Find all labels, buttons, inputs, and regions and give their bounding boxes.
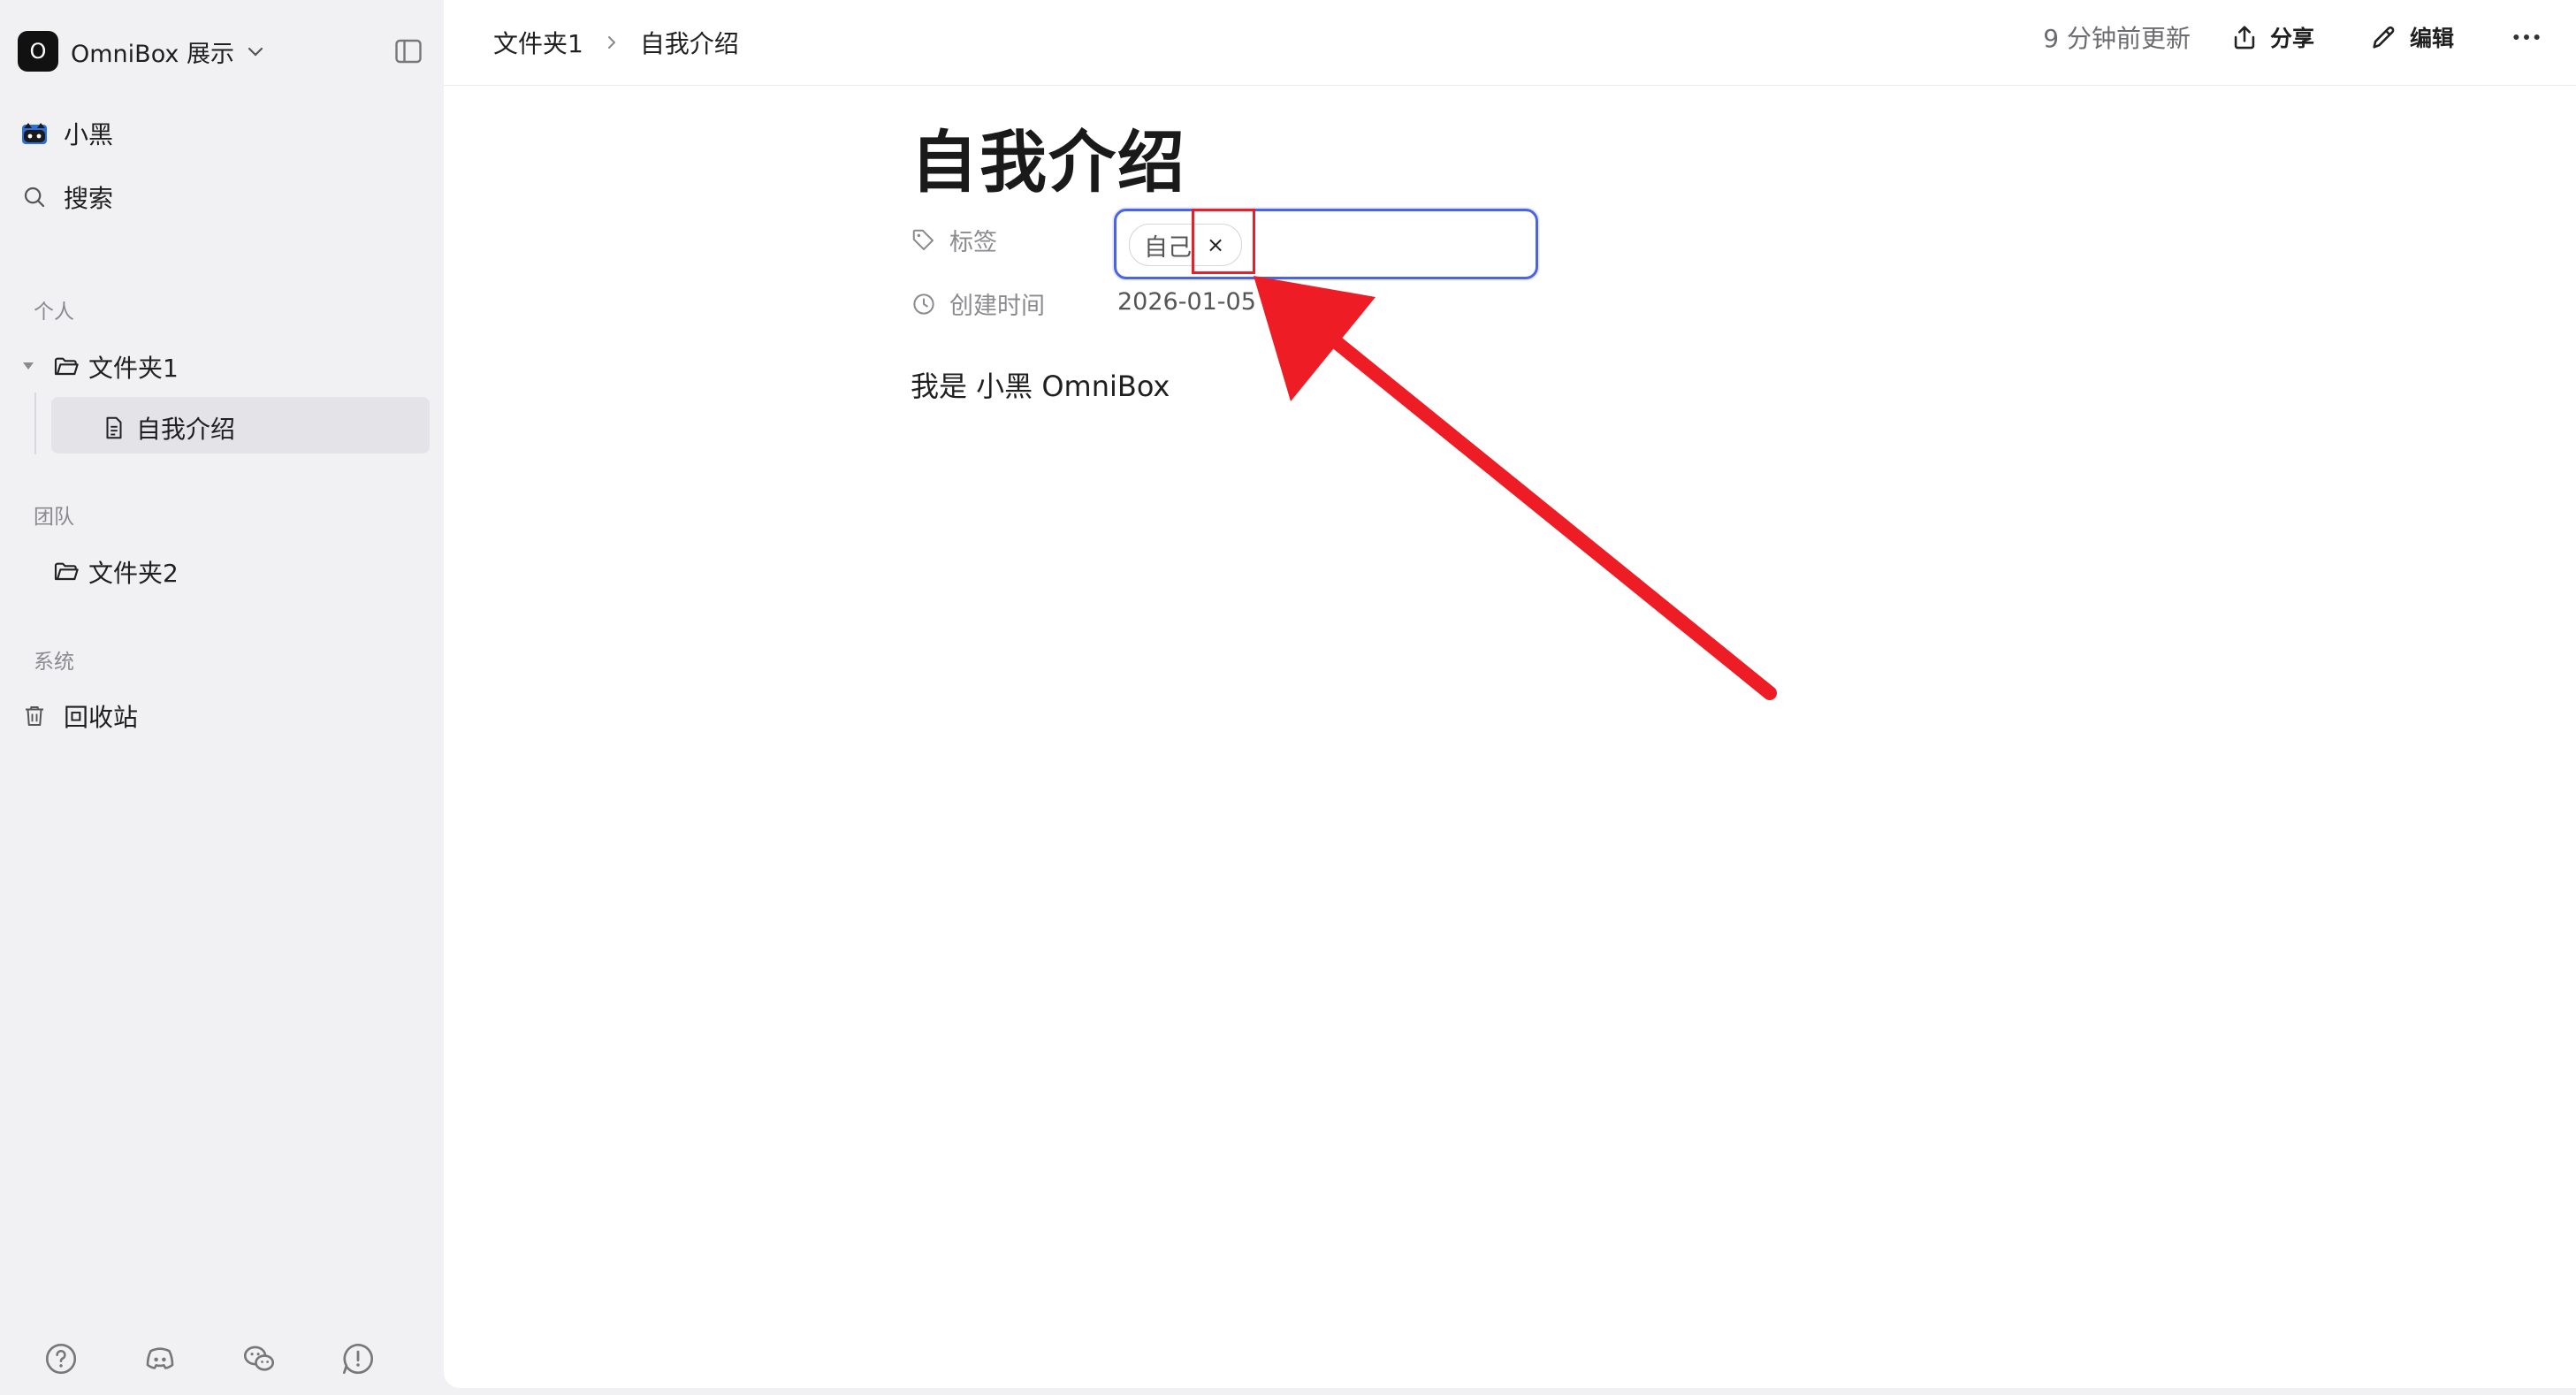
- tags-input[interactable]: 自己 ×: [1114, 209, 1538, 279]
- trash-icon: [19, 701, 50, 731]
- document-title[interactable]: 自我介绍: [911, 108, 1186, 205]
- clock-icon: [913, 293, 934, 315]
- sidebar-item-label: 文件夹1: [88, 354, 179, 383]
- sidebar-item-search[interactable]: 搜索: [19, 179, 113, 215]
- sidebar-item-doc[interactable]: 自我介绍: [99, 410, 235, 446]
- workspace-name: OmniBox 展示: [71, 40, 234, 68]
- share-label: 分享: [2269, 26, 2314, 51]
- chevron-down-icon: [248, 47, 263, 57]
- sidebar-item-label: 自我介绍: [136, 415, 236, 444]
- edit-label: 编辑: [2409, 26, 2454, 51]
- folder-open-icon: [51, 352, 81, 382]
- sidebar-item-user[interactable]: 小黑: [19, 116, 113, 151]
- chevron-right-icon: [607, 36, 616, 49]
- sidebar-item-folder1[interactable]: 文件夹1: [51, 349, 179, 385]
- tags-label: 标签: [949, 229, 997, 256]
- sidebar-item-folder2[interactable]: 文件夹2: [51, 554, 179, 590]
- edit-button[interactable]: 编辑: [2369, 21, 2454, 53]
- created-property: 创建时间: [911, 286, 1045, 321]
- folder-open-icon: [51, 557, 81, 587]
- wechat-icon[interactable]: [240, 1340, 278, 1377]
- search-icon: [19, 182, 50, 212]
- sidebar-toggle-icon[interactable]: [392, 35, 424, 67]
- tag-icon: [912, 229, 934, 250]
- document-body[interactable]: 我是 小黑 OmniBox: [911, 364, 1170, 405]
- sidebar-item-label: 小黑: [64, 120, 114, 149]
- sidebar-item-trash[interactable]: 回收站: [19, 698, 138, 734]
- pencil-icon: [2373, 26, 2395, 49]
- caret-down-icon[interactable]: [19, 357, 37, 375]
- tag-chip-label: 自己: [1144, 233, 1192, 262]
- discord-icon[interactable]: [141, 1340, 179, 1377]
- feedback-icon[interactable]: [339, 1340, 377, 1377]
- updated-status: 9 分钟前更新: [2043, 24, 2191, 53]
- sidebar-item-label: 文件夹2: [88, 559, 179, 588]
- more-icon[interactable]: [2509, 19, 2544, 55]
- sidebar-item-label: 回收站: [64, 703, 139, 732]
- document-icon: [99, 413, 129, 443]
- share-button[interactable]: 分享: [2229, 21, 2314, 53]
- section-personal: 个人: [34, 301, 74, 324]
- share-icon: [2234, 26, 2255, 50]
- section-system: 系统: [34, 651, 74, 674]
- created-label: 创建时间: [949, 293, 1045, 320]
- help-icon[interactable]: [42, 1340, 80, 1377]
- section-team: 团队: [34, 506, 74, 529]
- cat-avatar-icon: [19, 118, 50, 149]
- top-actions: 9 分钟前更新 分享 编辑: [2043, 19, 2544, 55]
- top-bar: 文件夹1 自我介绍 9 分钟前更新 分享 编辑: [444, 0, 2576, 86]
- workspace-switcher[interactable]: O OmniBox 展示: [18, 30, 266, 72]
- sidebar: O OmniBox 展示 小黑 搜索 个人 文件夹1 自我介绍 团队 文件夹2 …: [0, 0, 444, 1395]
- breadcrumb-current: 自我介绍: [639, 29, 739, 58]
- annotation-highlight-box: [1192, 209, 1255, 274]
- tags-property: 标签: [911, 223, 997, 257]
- main-panel: 文件夹1 自我介绍 9 分钟前更新 分享 编辑 自我介绍 标签 自己 × 创建时…: [444, 0, 2576, 1388]
- workspace-logo: O: [18, 31, 58, 72]
- sidebar-item-label: 搜索: [64, 184, 114, 213]
- breadcrumb: 文件夹1 自我介绍: [493, 25, 739, 60]
- breadcrumb-parent[interactable]: 文件夹1: [493, 25, 583, 60]
- sidebar-footer: [42, 1340, 377, 1377]
- tree-guide: [34, 393, 36, 454]
- created-value: 2026-01-05 ··:07: [1117, 288, 1318, 316]
